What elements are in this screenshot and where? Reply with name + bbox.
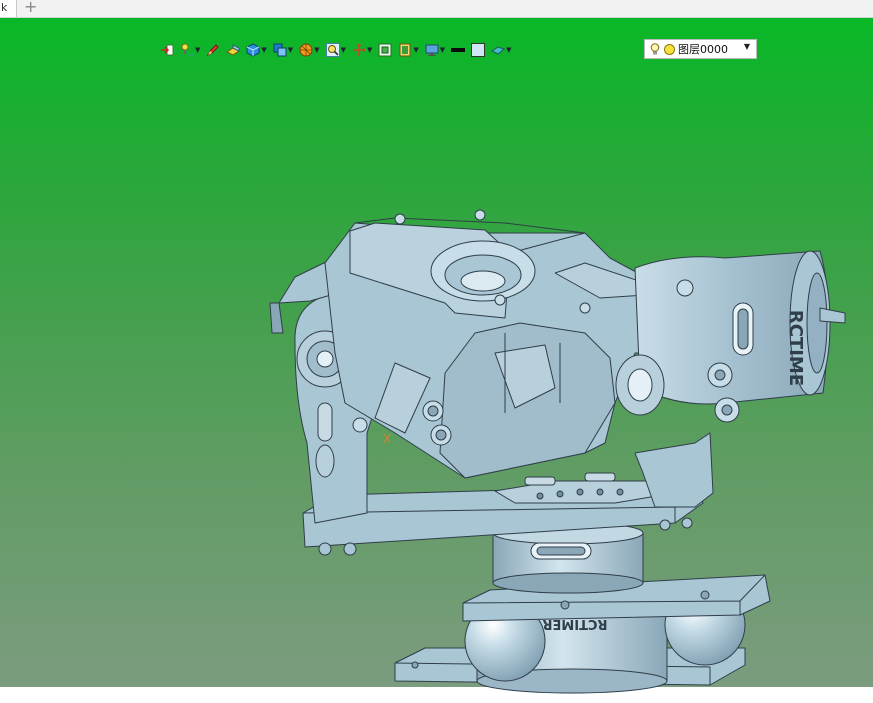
chevron-down-icon[interactable]: ▼	[440, 43, 445, 57]
gimbal-model[interactable]: RCTIMER X RCTIME	[255, 203, 855, 703]
motor-brand-label: RCTIME	[785, 310, 806, 386]
black-line-icon	[451, 48, 466, 52]
pitch-motor: RCTIME	[615, 250, 846, 423]
active-tab[interactable]: k	[0, 0, 17, 17]
render-button[interactable]: ▼	[299, 41, 320, 59]
layer-selector[interactable]: 图层0000 ▼	[644, 39, 757, 59]
axis-x-label: X	[383, 432, 391, 446]
3d-viewport[interactable]: ▼ ▼ ▼ ▼ ▼ ▼ ▼ ▼ ▼ 图层0000 ▼ RCTIMER X RCT…	[0, 18, 873, 694]
chevron-down-icon[interactable]: ▼	[314, 43, 319, 57]
shade-button[interactable]	[226, 41, 241, 59]
fit-view-icon	[378, 43, 392, 57]
lightbulb-icon[interactable]	[650, 43, 660, 55]
square-color-icon	[471, 43, 486, 57]
zoom-magnifier-icon	[325, 43, 340, 57]
chevron-down-icon[interactable]: ▼	[341, 43, 346, 57]
chevron-down-icon[interactable]: ▼	[367, 43, 372, 57]
panel-frame-icon	[399, 43, 411, 57]
chevron-down-icon[interactable]: ▼	[288, 43, 293, 57]
cube-button[interactable]: ▼	[246, 41, 267, 59]
fit-button[interactable]	[378, 41, 392, 59]
exit-button[interactable]	[160, 41, 174, 59]
line-style-button[interactable]	[451, 41, 466, 59]
snap-button[interactable]: ▼	[180, 41, 200, 59]
yellow-block-icon	[226, 44, 241, 56]
render-ball-icon	[299, 43, 313, 57]
tab-title: k	[1, 1, 8, 14]
light-snap-icon	[181, 43, 194, 56]
surface-button[interactable]: ▼	[491, 41, 512, 59]
camera-box: X	[324, 209, 681, 479]
layer-name: 图层0000	[678, 43, 728, 56]
display-button[interactable]: ▼	[425, 41, 445, 59]
blue-cube-icon	[246, 43, 260, 57]
tab-strip: k +	[0, 0, 873, 18]
chevron-down-icon[interactable]: ▼	[261, 43, 266, 57]
views-button[interactable]: ▼	[273, 41, 293, 59]
new-tab-button[interactable]: +	[24, 0, 37, 16]
exit-arrow-icon	[161, 44, 174, 56]
sketch-button[interactable]	[206, 41, 220, 59]
pan-button[interactable]: ▼	[352, 41, 372, 59]
monitor-display-icon	[425, 44, 439, 56]
plane-surface-icon	[491, 46, 506, 55]
layer-color-icon[interactable]	[664, 43, 675, 55]
panel-button[interactable]: ▼	[398, 41, 419, 59]
pencil-sketch-icon	[207, 44, 220, 57]
pan-axes-icon	[352, 43, 366, 56]
color-button[interactable]	[471, 41, 486, 59]
chevron-down-icon[interactable]: ▼	[413, 43, 418, 57]
chevron-down-icon[interactable]: ▼	[744, 42, 750, 51]
view-toolbar: ▼ ▼ ▼ ▼ ▼ ▼ ▼ ▼ ▼	[160, 40, 518, 60]
chevron-down-icon[interactable]: ▼	[195, 43, 200, 57]
zoom-button[interactable]: ▼	[325, 41, 346, 59]
chevron-down-icon[interactable]: ▼	[506, 43, 511, 57]
cube-views-icon	[273, 43, 287, 57]
